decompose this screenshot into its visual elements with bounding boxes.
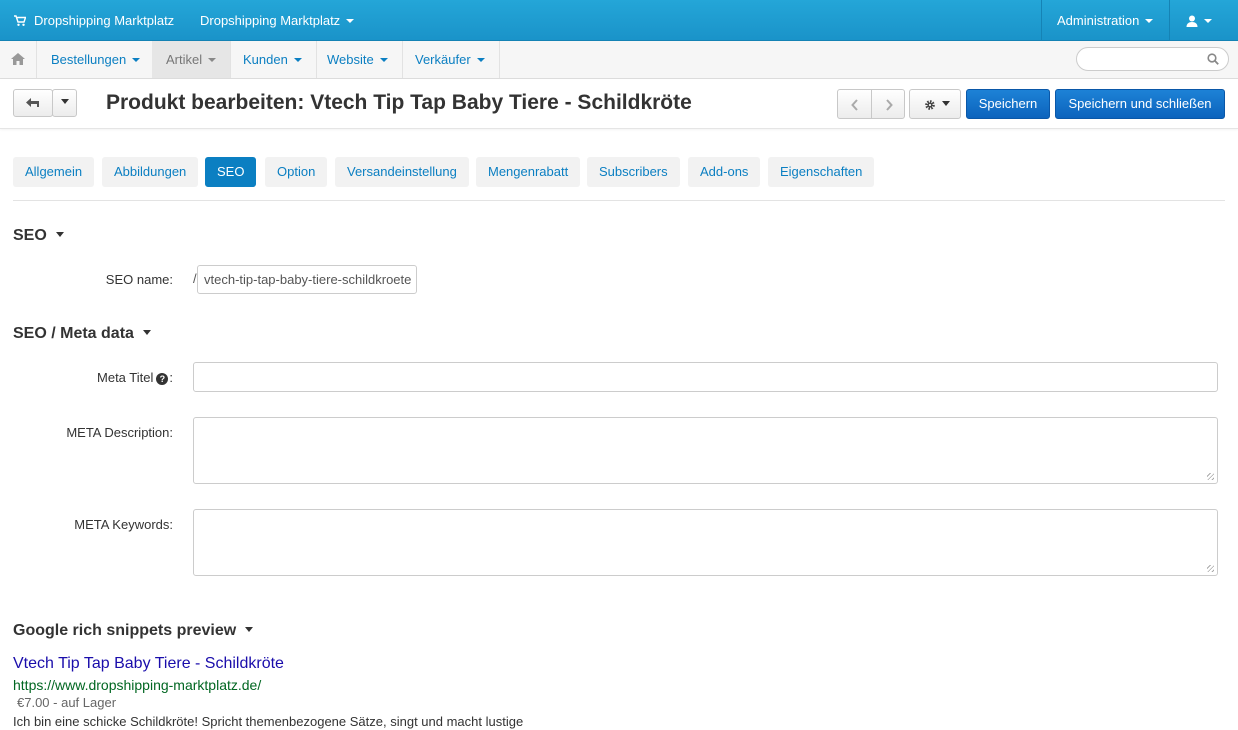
snippet-section-heading: Google rich snippets preview: [13, 622, 237, 639]
prev-product-button[interactable]: [837, 89, 872, 119]
snippet-title: Vtech Tip Tap Baby Tiere - Schildkröte: [13, 655, 284, 672]
meta-section-heading: SEO / Meta data: [13, 325, 134, 342]
chevron-down-icon: [61, 99, 69, 104]
tab-quantity-discounts[interactable]: Mengenrabatt: [476, 157, 581, 187]
chevron-down-icon: [132, 57, 141, 62]
brand-link[interactable]: Dropshipping Marktplatz: [14, 0, 174, 41]
chevron-down-icon: [245, 627, 254, 633]
brand-label: Dropshipping Marktplatz: [34, 13, 175, 28]
resize-handle-icon[interactable]: [1207, 565, 1214, 572]
search-input[interactable]: [1076, 47, 1229, 71]
main-nav: Bestellungen Artikel Kunden Website Verk…: [0, 41, 1238, 79]
snippet-description: Ich bin eine schicke Schildkröte! Sprich…: [13, 714, 524, 729]
seo-section-heading: SEO: [13, 227, 47, 244]
chevron-down-icon: [1145, 18, 1154, 23]
nav-customers[interactable]: Kunden: [229, 41, 317, 78]
chevron-down-icon: [346, 18, 355, 23]
home-icon: [11, 53, 25, 65]
save-and-close-button[interactable]: Speichern und schließen: [1055, 89, 1225, 119]
chevron-right-icon: [886, 99, 893, 111]
back-dropdown-button[interactable]: [52, 89, 77, 117]
help-icon[interactable]: ?: [156, 372, 169, 385]
back-button[interactable]: [13, 89, 53, 117]
divider: [13, 200, 1225, 201]
save-button[interactable]: Speichern: [966, 89, 1050, 119]
search-icon: [1207, 53, 1219, 65]
page-toolbar: Produkt bearbeiten: Vtech Tip Tap Baby T…: [0, 79, 1238, 129]
chevron-down-icon: [1204, 18, 1212, 23]
divider: [1169, 0, 1170, 41]
chevron-down-icon: [379, 57, 388, 62]
store-selector-label: Dropshipping Marktplatz: [200, 13, 341, 28]
nav-vendors[interactable]: Verkäufer: [401, 41, 500, 78]
seo-name-input[interactable]: vtech-tip-tap-baby-tiere-schildkroete: [197, 265, 417, 294]
user-menu[interactable]: [1186, 0, 1212, 41]
tab-features[interactable]: Eigenschaften: [768, 157, 875, 187]
meta-description-label: META Description:: [66, 425, 173, 440]
settings-dropdown-button[interactable]: [909, 89, 961, 119]
tab-subscribers[interactable]: Subscribers: [587, 157, 680, 187]
chevron-left-icon: [851, 99, 858, 111]
page-title: Produkt bearbeiten: Vtech Tip Tap Baby T…: [106, 91, 692, 114]
snippet-url: https://www.dropshipping-marktplatz.de/: [13, 677, 262, 693]
meta-title-input[interactable]: [193, 362, 1218, 392]
tab-options[interactable]: Option: [265, 157, 328, 187]
home-button[interactable]: [0, 41, 37, 78]
meta-keywords-label: META Keywords:: [74, 517, 173, 532]
meta-keywords-textarea[interactable]: [193, 509, 1218, 576]
snippet-section-toggle[interactable]: Google rich snippets preview: [13, 622, 254, 640]
meta-title-label: Meta Titel: [97, 370, 154, 385]
snippet-price: €7.00 - auf Lager: [17, 695, 117, 710]
nav-vendors-label: Verkäufer: [415, 52, 471, 67]
divider: [1041, 0, 1042, 41]
store-selector[interactable]: Dropshipping Marktplatz: [200, 0, 355, 41]
resize-handle-icon[interactable]: [1207, 473, 1214, 480]
back-arrow-icon: [26, 98, 39, 107]
tab-images[interactable]: Abbildungen: [102, 157, 199, 187]
nav-products-label: Artikel: [166, 52, 203, 67]
nav-products[interactable]: Artikel: [152, 41, 232, 78]
meta-section-toggle[interactable]: SEO / Meta data: [13, 325, 151, 343]
meta-description-textarea[interactable]: [193, 417, 1218, 484]
tab-addons[interactable]: Add-ons: [688, 157, 761, 187]
meta-title-label-suffix: :: [169, 370, 173, 385]
administration-menu[interactable]: Administration: [1057, 0, 1154, 41]
chevron-down-icon: [142, 330, 151, 336]
nav-orders-label: Bestellungen: [51, 52, 127, 67]
gear-icon: [925, 100, 935, 110]
administration-label: Administration: [1057, 13, 1140, 28]
nav-website[interactable]: Website: [313, 41, 403, 78]
meta-title-label-row: Meta Titel?:: [13, 370, 173, 385]
chevron-down-icon: [293, 57, 302, 62]
nav-website-label: Website: [327, 52, 374, 67]
chevron-down-icon: [208, 57, 217, 62]
chevron-down-icon: [55, 232, 64, 238]
seo-name-label: SEO name:: [105, 272, 173, 287]
seo-section-toggle[interactable]: SEO: [13, 227, 64, 245]
top-bar: Dropshipping Marktplatz Dropshipping Mar…: [0, 0, 1238, 41]
tab-seo[interactable]: SEO: [205, 157, 257, 187]
nav-orders[interactable]: Bestellungen: [37, 41, 156, 78]
next-product-button[interactable]: [871, 89, 905, 119]
tab-general[interactable]: Allgemein: [13, 157, 95, 187]
chevron-down-icon: [476, 57, 485, 62]
nav-customers-label: Kunden: [243, 52, 288, 67]
cart-icon: [14, 14, 27, 26]
user-icon: [1186, 15, 1198, 27]
chevron-down-icon: [942, 101, 950, 106]
tab-shipping[interactable]: Versandeinstellung: [335, 157, 469, 187]
